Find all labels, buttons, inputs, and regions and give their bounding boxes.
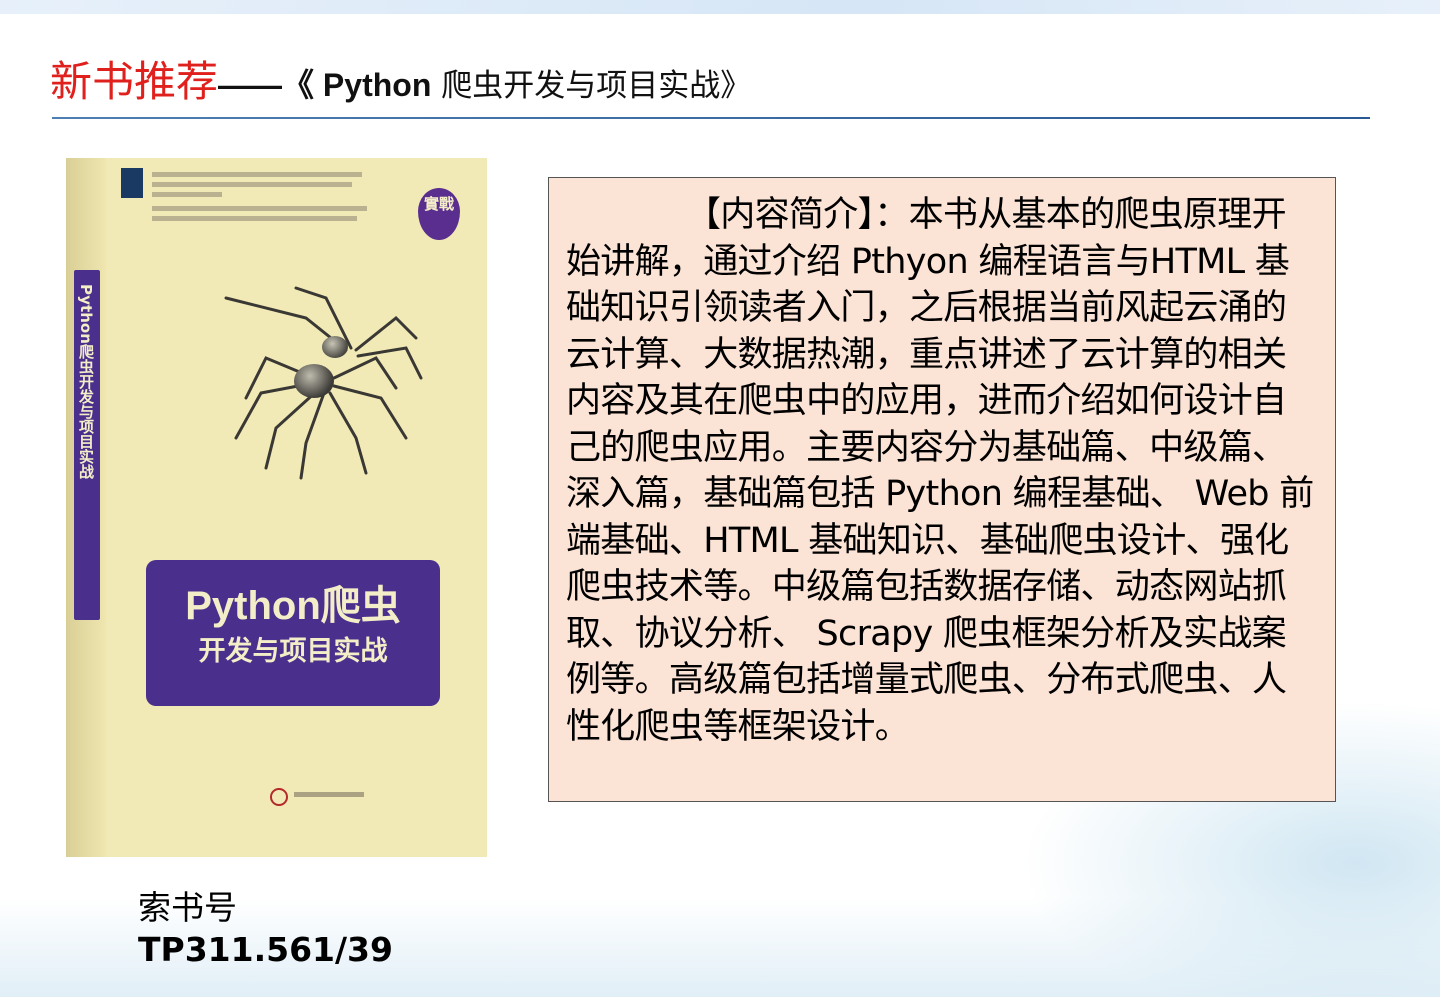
cover-blurb-line <box>152 192 222 197</box>
title-divider <box>52 117 1370 119</box>
cover-blurb-line <box>152 216 357 221</box>
cover-title-line1: Python爬虫 <box>185 584 401 628</box>
cover-title-line2: 开发与项目实战 <box>198 636 388 666</box>
cover-title-box: Python爬虫 开发与项目实战 <box>146 560 440 706</box>
cover-blurb-line <box>152 172 362 177</box>
spine-title: Python爬虫开发与项目实战 <box>77 284 95 479</box>
title-dash: ——《 <box>218 67 323 103</box>
cover-blurb-line <box>152 206 367 211</box>
book-cover-image: Python爬虫开发与项目实战 實戰 Python爬虫 开发与项目实战 <box>66 158 487 857</box>
publisher-logo-icon <box>121 168 143 198</box>
call-number-value: TP311.561/39 <box>138 930 393 969</box>
top-band <box>0 0 1440 14</box>
content-summary-box: 【内容简介】：本书从基本的爬虫原理开始讲解，通过介绍 Pthyon 编程语言与H… <box>548 177 1336 802</box>
slide-title: 新书推荐——《 Python 爬虫开发与项目实战》 <box>50 55 751 109</box>
publisher-name-line <box>294 792 364 797</box>
content-summary-text: 【内容简介】：本书从基本的爬虫原理开始讲解，通过介绍 Pthyon 编程语言与H… <box>566 195 1314 747</box>
title-new-book: 新书推荐 <box>50 57 219 106</box>
spider-body <box>294 364 334 398</box>
spider-head <box>322 336 348 358</box>
cover-blurb-line <box>152 182 352 187</box>
cover-badge: 實戰 <box>418 188 460 240</box>
publisher-mark-icon <box>270 788 288 806</box>
call-number-label: 索书号 <box>138 888 237 927</box>
title-book-en: Python <box>322 67 432 103</box>
title-book-cn: 爬虫开发与项目实战》 <box>431 68 752 104</box>
